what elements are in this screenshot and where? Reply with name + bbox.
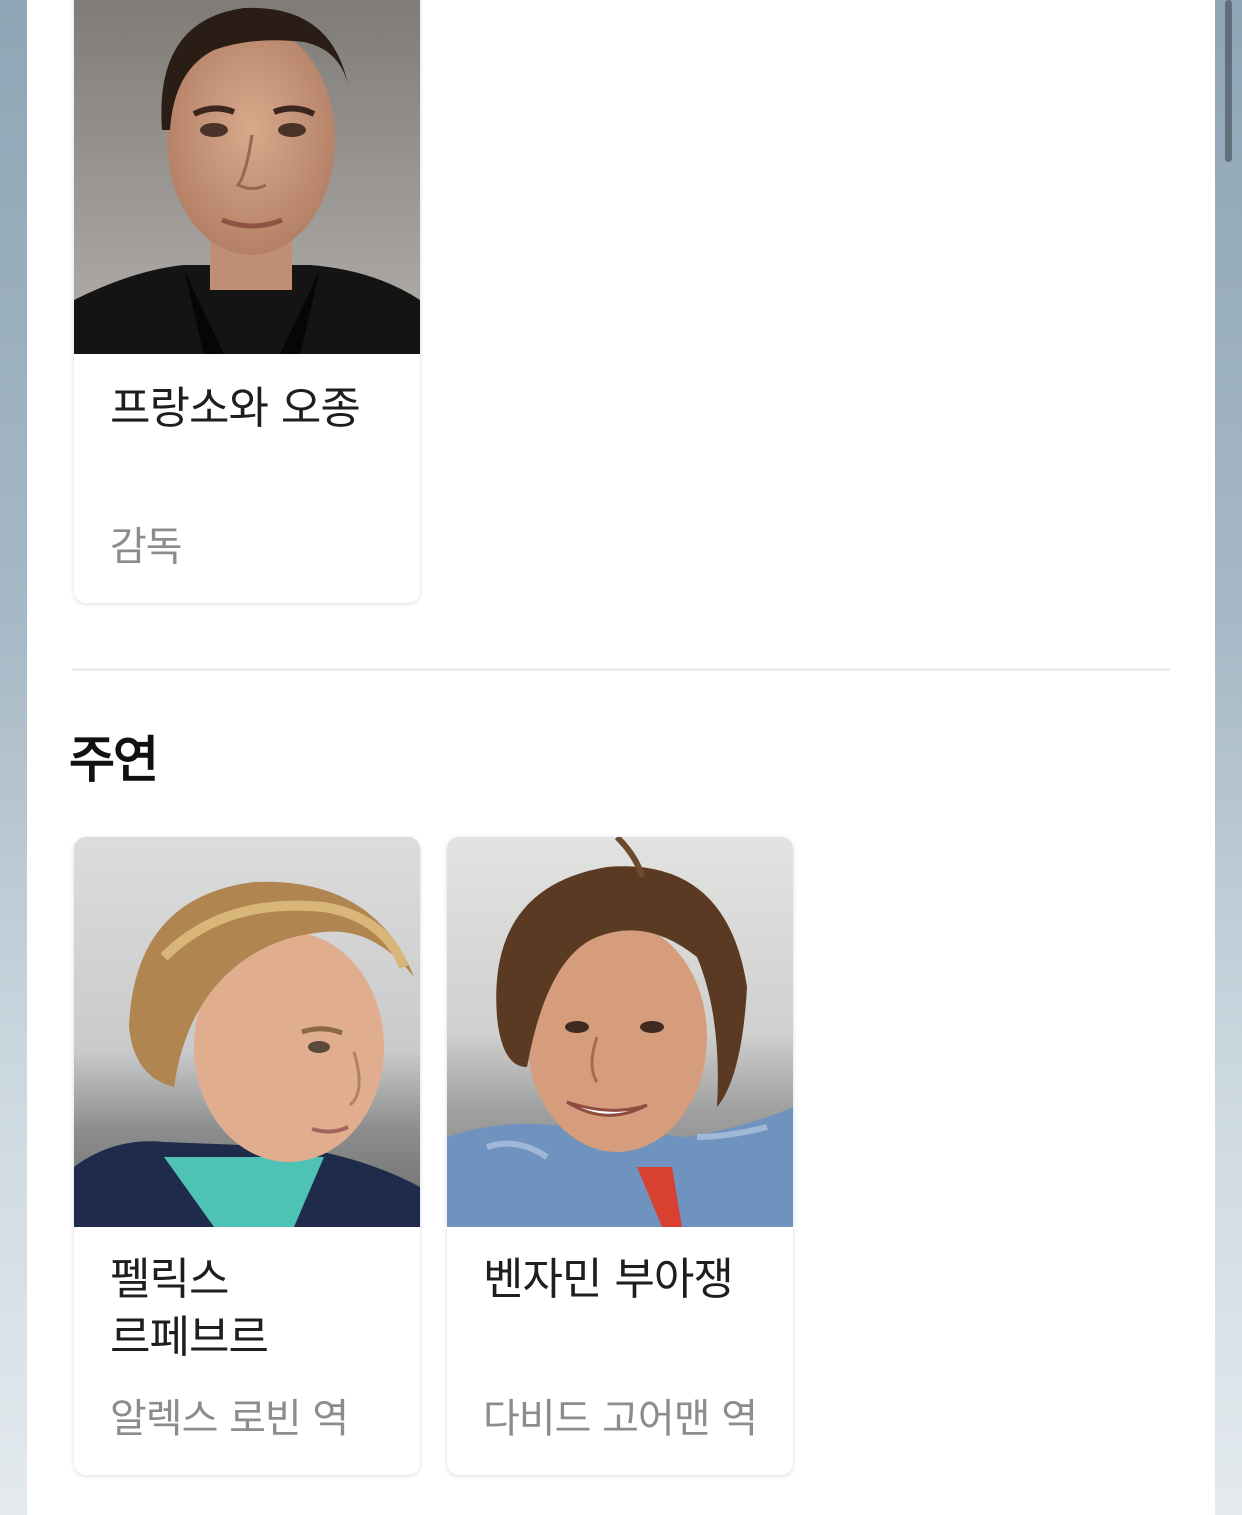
cast-photo <box>74 837 420 1227</box>
cast-card[interactable]: 벤자민 부아쟁 다비드 고어맨 역 <box>447 837 793 1475</box>
cast-section-title: 주연 <box>69 731 159 789</box>
cast-portrait-image <box>447 837 793 1227</box>
director-role: 감독 <box>110 524 183 570</box>
scrollbar-thumb[interactable] <box>1225 0 1232 162</box>
cast-role: 다비드 고어맨 역 <box>483 1396 758 1442</box>
director-card[interactable]: 프랑소와 오종 감독 <box>74 0 420 603</box>
director-name: 프랑소와 오종 <box>110 383 361 434</box>
scrollbar[interactable] <box>1215 0 1242 1515</box>
director-photo <box>74 0 420 354</box>
cast-photo <box>447 837 793 1227</box>
cast-portrait-image <box>74 837 420 1227</box>
section-divider <box>72 668 1170 671</box>
cast-name: 벤자민 부아쟁 <box>483 1254 734 1305</box>
cast-name: 펠릭스 르페브르 <box>110 1254 269 1363</box>
cast-card[interactable]: 펠릭스 르페브르 알렉스 로빈 역 <box>74 837 420 1475</box>
director-portrait-image <box>74 0 420 354</box>
cast-role: 알렉스 로빈 역 <box>110 1396 349 1442</box>
